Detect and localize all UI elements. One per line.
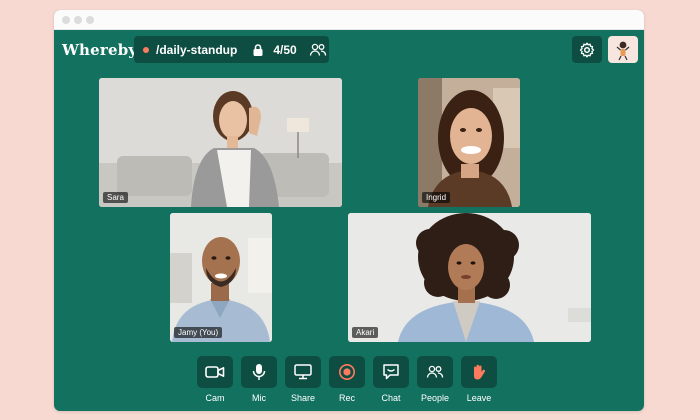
rec-label: Rec: [338, 393, 355, 403]
app-window: Whereby /daily-standup 4/50 Sara Ingrid …: [54, 10, 644, 411]
window-dot-maximize[interactable]: [86, 16, 94, 24]
app-logo: Whereby: [62, 41, 138, 59]
mic-control[interactable]: Mic: [241, 356, 277, 403]
microphone-icon: [252, 364, 266, 380]
user-avatar[interactable]: [608, 36, 638, 63]
video-tile-akari[interactable]: Akari: [348, 213, 591, 342]
call-controls: Cam Mic Share Rec Chat People Leave: [197, 356, 497, 403]
window-dot-close[interactable]: [62, 16, 70, 24]
cam-button[interactable]: [197, 356, 233, 388]
ingrid-video-feed: [418, 78, 520, 207]
sara-video-feed: [99, 78, 342, 207]
participant-name: Ingrid: [422, 192, 451, 203]
jamy-video-feed: [170, 213, 272, 342]
people-label: People: [420, 393, 450, 403]
gear-icon: [579, 42, 595, 57]
cam-label: Cam: [205, 393, 225, 403]
chat-label: Chat: [381, 393, 401, 403]
mic-button[interactable]: [241, 356, 277, 388]
cam-control[interactable]: Cam: [197, 356, 233, 403]
record-icon: [339, 364, 355, 380]
screen-share-icon: [294, 364, 312, 380]
akari-video-feed: [348, 213, 591, 342]
people-control[interactable]: People: [417, 356, 453, 403]
video-tile-jamy-you[interactable]: Jamy (You): [170, 213, 272, 342]
people-icon: [426, 365, 444, 378]
camera-icon: [205, 366, 225, 378]
people-button[interactable]: [417, 356, 453, 388]
leave-button[interactable]: [461, 356, 497, 388]
rec-control[interactable]: Rec: [329, 356, 365, 403]
people-icon[interactable]: [309, 43, 327, 57]
rec-button[interactable]: [329, 356, 365, 388]
window-dot-minimize[interactable]: [74, 16, 82, 24]
browser-chrome: [54, 10, 644, 30]
room-name: /daily-standup: [156, 42, 238, 57]
share-button[interactable]: [285, 356, 321, 388]
share-label: Share: [290, 393, 316, 403]
avatar-illustration: [616, 41, 630, 60]
lock-icon[interactable]: [251, 43, 265, 57]
chat-icon: [383, 364, 399, 380]
mic-label: Mic: [252, 393, 266, 403]
leave-label: Leave: [466, 393, 492, 403]
leave-control[interactable]: Leave: [461, 356, 497, 403]
participant-name: Jamy (You): [174, 327, 223, 338]
video-tile-sara[interactable]: Sara: [99, 78, 342, 207]
participant-name: Akari: [352, 327, 379, 338]
chat-button[interactable]: [373, 356, 409, 388]
wave-hand-icon: [474, 364, 486, 380]
chat-control[interactable]: Chat: [373, 356, 409, 403]
share-control[interactable]: Share: [285, 356, 321, 403]
room-bar[interactable]: /daily-standup 4/50: [134, 36, 329, 63]
participant-name: Sara: [103, 192, 128, 203]
participant-count: 4/50: [273, 42, 297, 57]
settings-button[interactable]: [572, 36, 602, 63]
live-indicator: [143, 46, 149, 53]
video-tile-ingrid[interactable]: Ingrid: [418, 78, 520, 207]
